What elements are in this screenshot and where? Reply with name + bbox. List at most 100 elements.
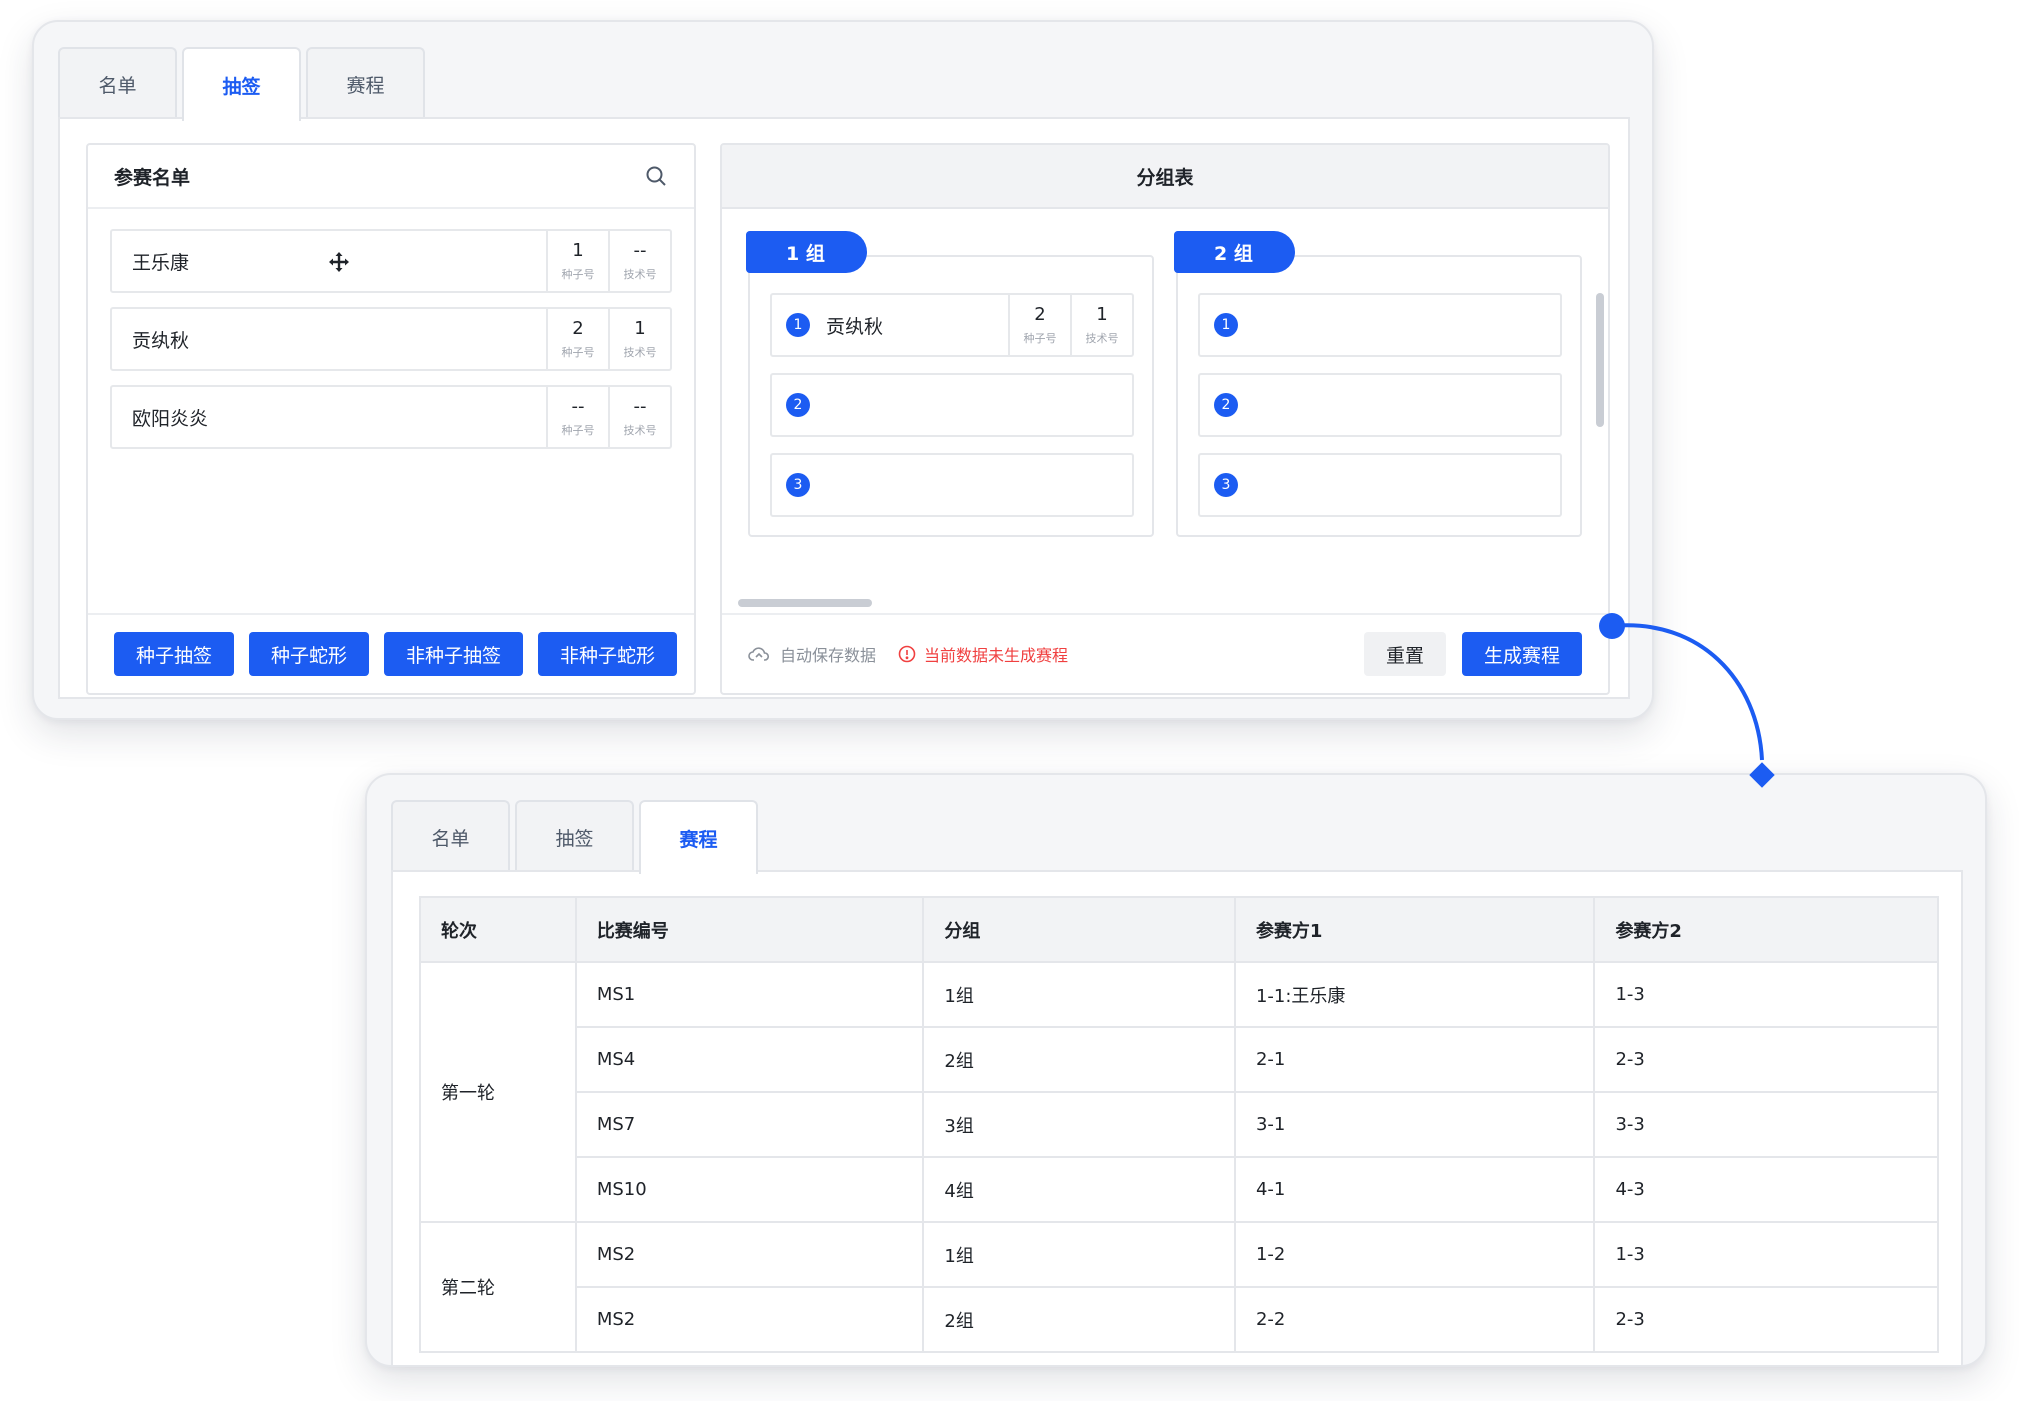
player-row[interactable]: 欧阳炎炎 -- 种子号 -- 技术号 bbox=[110, 385, 672, 449]
tab-bar: 名单 抽签 赛程 bbox=[58, 47, 430, 121]
table-cell: 2-3 bbox=[1594, 1287, 1939, 1353]
roster-actions: 种子抽签 种子蛇形 非种子抽签 非种子蛇形 bbox=[88, 613, 694, 693]
group-tag: 1 组 bbox=[746, 231, 867, 273]
search-icon[interactable] bbox=[644, 164, 668, 188]
table-row: MS2 2组 2-2 2-3 bbox=[420, 1287, 1939, 1353]
column-header: 参赛方1 bbox=[1234, 897, 1596, 963]
table-cell: MS2 bbox=[575, 1222, 925, 1288]
seed-number: 1 bbox=[572, 240, 584, 261]
group-slot[interactable]: 2 bbox=[1198, 373, 1562, 437]
seed-label: 种子号 bbox=[561, 268, 595, 281]
table-cell: MS4 bbox=[575, 1027, 925, 1093]
table-cell: MS2 bbox=[575, 1287, 925, 1353]
seed-label: 种子号 bbox=[561, 424, 595, 437]
table-cell: 3组 bbox=[923, 1092, 1236, 1158]
seed-snake-button[interactable]: 种子蛇形 bbox=[249, 632, 370, 676]
table-cell: 1-3 bbox=[1594, 962, 1939, 1028]
slot-number-badge: 2 bbox=[1214, 393, 1238, 417]
table-cell: 1-3 bbox=[1594, 1222, 1939, 1288]
table-cell: 2-3 bbox=[1594, 1027, 1939, 1093]
tab-draw[interactable]: 抽签 bbox=[182, 47, 301, 121]
tech-cell: -- 技术号 bbox=[608, 387, 670, 447]
schedule-card: 名单 抽签 赛程 轮次 比赛编号 分组 参赛方1 参赛方2 第一轮 MS1 1组… bbox=[365, 773, 1987, 1367]
table-cell: MS1 bbox=[575, 962, 925, 1028]
tab-roster[interactable]: 名单 bbox=[58, 47, 177, 119]
seed-number: 2 bbox=[572, 318, 584, 339]
player-row[interactable]: 王乐康 1 种子号 -- 技术号 bbox=[110, 229, 672, 293]
roster-list: 王乐康 1 种子号 -- 技术号 贡纨秋 2 种子号 1 技术号 欧阳炎炎 --… bbox=[88, 209, 694, 449]
table-cell: 2-2 bbox=[1234, 1287, 1596, 1353]
move-icon[interactable] bbox=[328, 251, 350, 273]
column-header: 轮次 bbox=[420, 897, 577, 963]
autosave-status: 自动保存数据 bbox=[748, 642, 876, 666]
table-cell: 2-1 bbox=[1234, 1027, 1596, 1093]
group-box-2: 2 组 1 2 3 bbox=[1174, 231, 1582, 537]
group-slot[interactable]: 1 bbox=[1198, 293, 1562, 357]
table-cell: 1组 bbox=[923, 962, 1236, 1028]
draw-content: 参赛名单 王乐康 1 种子号 -- 技术号 贡纨秋 2 种子号 1 技术号 欧阳… bbox=[58, 117, 1630, 699]
tech-label: 技术号 bbox=[623, 268, 657, 281]
table-cell: 4-1 bbox=[1234, 1157, 1596, 1223]
warning-icon bbox=[898, 645, 916, 663]
generate-schedule-button[interactable]: 生成赛程 bbox=[1461, 632, 1582, 676]
tech-cell: 1 技术号 bbox=[608, 309, 670, 369]
tech-number: 1 bbox=[1096, 304, 1108, 325]
seed-cell: -- 种子号 bbox=[546, 387, 608, 447]
slot-number-badge: 2 bbox=[786, 393, 810, 417]
tech-number: 1 bbox=[634, 318, 646, 339]
horizontal-scrollbar[interactable] bbox=[738, 599, 872, 607]
tab-bar: 名单 抽签 赛程 bbox=[391, 800, 763, 874]
group-slot[interactable]: 1 贡纨秋 2 种子号 1 技术号 bbox=[770, 293, 1134, 357]
tab-draw[interactable]: 抽签 bbox=[515, 800, 634, 872]
seed-number: 2 bbox=[1034, 304, 1046, 325]
tech-label: 技术号 bbox=[1085, 332, 1119, 345]
player-row[interactable]: 贡纨秋 2 种子号 1 技术号 bbox=[110, 307, 672, 371]
table-header-row: 轮次 比赛编号 分组 参赛方1 参赛方2 bbox=[420, 897, 1939, 963]
tab-schedule[interactable]: 赛程 bbox=[639, 800, 758, 874]
unsaved-warning: 当前数据未生成赛程 bbox=[898, 642, 1068, 666]
nonseed-snake-button[interactable]: 非种子蛇形 bbox=[538, 632, 678, 676]
seed-label: 种子号 bbox=[1023, 332, 1057, 345]
group-slot[interactable]: 2 bbox=[770, 373, 1134, 437]
reset-button[interactable]: 重置 bbox=[1363, 632, 1446, 676]
column-header: 比赛编号 bbox=[575, 897, 925, 963]
tech-number: -- bbox=[633, 396, 647, 417]
schedule-content: 轮次 比赛编号 分组 参赛方1 参赛方2 第一轮 MS1 1组 1-1:王乐康 … bbox=[391, 870, 1963, 1365]
seed-number: -- bbox=[571, 396, 585, 417]
table-row: 第一轮 MS1 1组 1-1:王乐康 1-3 bbox=[420, 962, 1939, 1223]
group-table-panel: 分组表 1 组 1 贡纨秋 2 种子号 1 技术号 2 3 2 组 1 2 3 … bbox=[720, 143, 1610, 695]
vertical-scrollbar[interactable] bbox=[1596, 293, 1604, 427]
slot-player-name: 贡纨秋 bbox=[826, 315, 884, 338]
round-cell: 第一轮 bbox=[420, 962, 577, 1223]
group-slot[interactable]: 3 bbox=[1198, 453, 1562, 517]
schedule-table: 轮次 比赛编号 分组 参赛方1 参赛方2 第一轮 MS1 1组 1-1:王乐康 … bbox=[419, 896, 1939, 1353]
tech-cell: 1 技术号 bbox=[1070, 295, 1132, 355]
table-cell: 2组 bbox=[923, 1287, 1236, 1353]
seed-cell: 1 种子号 bbox=[546, 231, 608, 291]
round-cell: 第二轮 bbox=[420, 1222, 577, 1353]
roster-panel: 参赛名单 王乐康 1 种子号 -- 技术号 贡纨秋 2 种子号 1 技术号 欧阳… bbox=[86, 143, 696, 695]
roster-header: 参赛名单 bbox=[88, 145, 694, 209]
seed-cell: 2 种子号 bbox=[1008, 295, 1070, 355]
table-row: MS4 2组 2-1 2-3 bbox=[420, 1027, 1939, 1093]
group-slot[interactable]: 3 bbox=[770, 453, 1134, 517]
draw-card: 名单 抽签 赛程 参赛名单 王乐康 1 种子号 -- 技术号 贡纨秋 2 种子号… bbox=[32, 20, 1654, 720]
seed-label: 种子号 bbox=[561, 346, 595, 359]
table-cell: 4-3 bbox=[1594, 1157, 1939, 1223]
tab-schedule[interactable]: 赛程 bbox=[306, 47, 425, 119]
roster-title: 参赛名单 bbox=[114, 166, 191, 189]
tech-cell: -- 技术号 bbox=[608, 231, 670, 291]
seed-cell: 2 种子号 bbox=[546, 309, 608, 369]
group-box-1: 1 组 1 贡纨秋 2 种子号 1 技术号 2 3 bbox=[746, 231, 1154, 537]
cloud-icon bbox=[748, 647, 770, 661]
table-cell: 4组 bbox=[923, 1157, 1236, 1223]
seed-draw-button[interactable]: 种子抽签 bbox=[114, 632, 235, 676]
nonseed-draw-button[interactable]: 非种子抽签 bbox=[384, 632, 524, 676]
slot-number-badge: 3 bbox=[1214, 473, 1238, 497]
table-cell: 2组 bbox=[923, 1027, 1236, 1093]
table-cell: MS7 bbox=[575, 1092, 925, 1158]
table-row: 第二轮 MS2 1组 1-2 1-3 bbox=[420, 1222, 1939, 1353]
group-tag: 2 组 bbox=[1174, 231, 1295, 273]
tab-roster[interactable]: 名单 bbox=[391, 800, 510, 872]
table-cell: 1组 bbox=[923, 1222, 1236, 1288]
